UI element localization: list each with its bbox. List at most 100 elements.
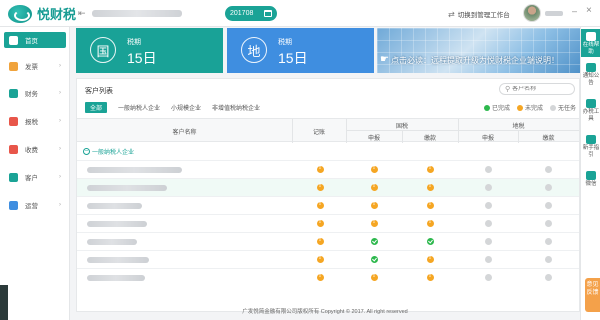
close-icon[interactable]: × (586, 5, 592, 16)
chevron-right-icon: › (59, 90, 61, 96)
client-name-redacted[interactable] (87, 185, 167, 191)
table-row[interactable] (77, 178, 579, 196)
client-name-redacted[interactable] (87, 167, 182, 173)
top-header: 悦财税 ⇤ 201708 ⇄ 切换到管理工作台 – × (0, 0, 600, 27)
table-row[interactable] (77, 160, 579, 178)
sidebar-item-label: 运营 (25, 203, 38, 210)
chevron-right-icon: › (59, 63, 61, 69)
tax-period-picker[interactable]: 201708 (225, 6, 277, 21)
done-status-icon[interactable] (371, 256, 378, 263)
pending-status-icon[interactable] (317, 219, 324, 227)
guide-button[interactable]: 新手指引 (581, 135, 600, 159)
pending-status-icon[interactable] (427, 183, 434, 191)
column-guoshui-declare: 申报 (367, 136, 380, 142)
rightbar-label: 在线帮助 (582, 42, 600, 55)
pending-status-icon[interactable] (427, 273, 434, 281)
feedback-button[interactable]: 意见反馈 (585, 278, 600, 312)
help-icon (586, 32, 596, 41)
dishui-seal-icon: 地 (241, 37, 267, 63)
pending-status-icon[interactable] (317, 237, 324, 245)
client-search[interactable]: ⚲ (499, 83, 575, 95)
left-sidebar: 首页 发票 › 财务 › 报税 › 收费 › 客户 › 运营 › (0, 27, 70, 320)
table-row[interactable] (77, 268, 579, 286)
column-guoshui: 国税 (395, 124, 408, 130)
pending-status-icon[interactable] (427, 201, 434, 209)
client-name-redacted[interactable] (87, 221, 147, 227)
table-row[interactable] (77, 232, 579, 250)
wechat-button[interactable]: 微信 (581, 171, 600, 188)
logo-icon (8, 4, 32, 23)
pending-status-icon[interactable] (427, 219, 434, 227)
company-name-redacted[interactable] (92, 10, 182, 17)
filter-non-vat[interactable]: 非增值税纳税企业 (212, 102, 260, 113)
pending-status-icon[interactable] (427, 255, 434, 263)
minimize-icon[interactable]: – (572, 6, 577, 16)
status-legend: 已完成 未完成 无任务 (477, 103, 576, 112)
pending-status-icon[interactable] (371, 273, 378, 281)
filter-all[interactable]: 全部 (85, 102, 108, 113)
pending-status-icon[interactable] (317, 255, 324, 263)
group-general-taxpayer[interactable]: – 一般纳税人企业 (77, 142, 579, 160)
dishui-deadline: 15日 (278, 50, 308, 66)
sidebar-item-tax-report[interactable]: 报税 › (4, 113, 66, 129)
sidebar-item-operations[interactable]: 运营 › (4, 197, 66, 213)
rightbar-label: 新手指引 (582, 145, 600, 158)
pending-status-icon[interactable] (371, 183, 378, 191)
table-header: 客户名称 记账 国税 地税 申报 缴款 申报 缴款 (77, 118, 579, 143)
username-redacted[interactable] (545, 11, 563, 16)
filter-general-taxpayer[interactable]: 一般纳税人企业 (118, 102, 160, 113)
pending-status-icon[interactable] (317, 201, 324, 209)
client-name-redacted[interactable] (87, 275, 145, 281)
dishui-card[interactable]: 地 税期 15日 (227, 28, 374, 73)
no-task-status-icon (485, 184, 492, 191)
chevron-right-icon: › (59, 202, 61, 208)
sidebar-item-label: 收费 (25, 147, 38, 154)
done-status-icon[interactable] (427, 238, 434, 245)
panel-title: 客户列表 (85, 88, 113, 95)
collapse-group-icon[interactable]: – (83, 147, 90, 155)
done-status-icon[interactable] (371, 238, 378, 245)
side-handle[interactable] (0, 285, 8, 320)
no-task-status-icon (485, 256, 492, 263)
table-row[interactable] (77, 250, 579, 268)
column-client-name: 客户名称 (172, 130, 197, 136)
pending-status-icon[interactable] (371, 165, 378, 173)
announcement-banner[interactable]: ☛ 点击必读：远程提取升级为悦财税企业端说明！ (377, 28, 580, 73)
notice-button[interactable]: 通知公告 (581, 63, 600, 87)
tax-tools-button[interactable]: 办税工具 (581, 99, 600, 123)
pending-status-icon[interactable] (427, 165, 434, 173)
online-help-button[interactable]: 在线帮助 (581, 29, 600, 57)
client-name-redacted[interactable] (87, 203, 142, 209)
sidebar-item-client[interactable]: 客户 › (4, 169, 66, 185)
guoshui-deadline: 15日 (127, 50, 157, 66)
chevron-right-icon: › (59, 174, 61, 180)
legend-pending: 未完成 (517, 103, 543, 112)
search-input[interactable] (512, 86, 571, 92)
client-name-redacted[interactable] (87, 257, 149, 263)
tools-icon (586, 99, 596, 108)
table-row[interactable] (77, 214, 579, 232)
column-dishui-declare: 申报 (481, 136, 494, 142)
rightbar-label: 微信 (585, 181, 597, 187)
avatar[interactable] (523, 4, 541, 22)
period-value: 201708 (230, 10, 254, 17)
table-row[interactable] (77, 196, 579, 214)
pending-status-icon[interactable] (317, 183, 324, 191)
sidebar-item-finance[interactable]: 财务 › (4, 85, 66, 101)
switch-workbench-link[interactable]: ⇄ 切换到管理工作台 (448, 9, 510, 20)
pending-status-icon[interactable] (371, 201, 378, 209)
switch-label: 切换到管理工作台 (457, 12, 510, 19)
app-logo[interactable]: 悦财税 (8, 4, 76, 23)
sidebar-item-fee[interactable]: 收费 › (4, 141, 66, 157)
client-name-redacted[interactable] (87, 239, 137, 245)
pending-status-icon[interactable] (317, 165, 324, 173)
sidebar-item-invoice[interactable]: 发票 › (4, 58, 66, 74)
no-task-status-icon (545, 274, 552, 281)
no-task-status-icon (485, 274, 492, 281)
collapse-menu-icon[interactable]: ⇤ (78, 8, 86, 19)
guoshui-card[interactable]: 国 税期 15日 (76, 28, 223, 73)
pending-status-icon[interactable] (317, 273, 324, 281)
sidebar-item-home[interactable]: 首页 (4, 32, 66, 48)
filter-small-scale[interactable]: 小规模企业 (171, 102, 201, 113)
pending-status-icon[interactable] (371, 219, 378, 227)
